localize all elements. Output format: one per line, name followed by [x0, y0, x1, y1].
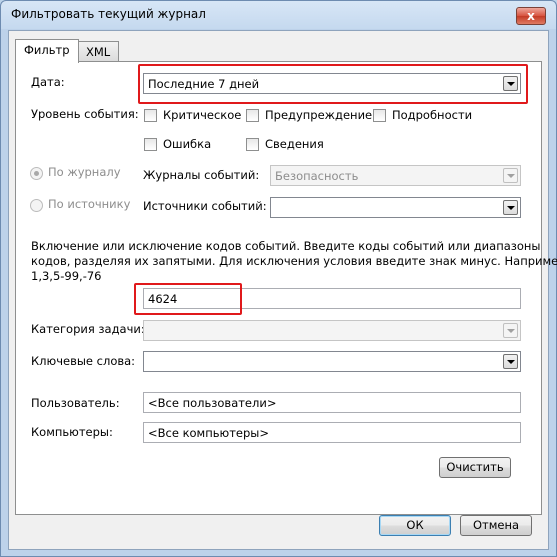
date-label: Дата:	[31, 75, 65, 89]
critical-checkbox[interactable]	[144, 109, 157, 122]
by-source-label: По источнику	[48, 197, 131, 211]
critical-label: Критическое	[163, 108, 242, 122]
tab-xml-label: XML	[86, 45, 111, 59]
ok-button[interactable]: ОК	[379, 515, 451, 536]
information-label: Сведения	[265, 137, 324, 151]
computers-value: <Все компьютеры>	[148, 426, 270, 440]
event-logs-value: Безопасность	[275, 169, 359, 183]
event-sources-dropdown[interactable]	[270, 197, 521, 218]
event-sources-label: Источники событий:	[143, 199, 267, 213]
close-icon: x	[527, 9, 535, 23]
close-button[interactable]: x	[516, 7, 546, 25]
description-line-2: кодов, разделяя их запятыми. Для исключе…	[31, 254, 557, 268]
chevron-down-icon[interactable]	[503, 354, 518, 369]
by-log-label: По журналу	[48, 165, 121, 179]
user-value: <Все пользователи>	[148, 396, 277, 410]
keywords-dropdown[interactable]	[143, 351, 521, 372]
dialog-window: Фильтровать текущий журнал x Фильтр XML …	[0, 0, 557, 557]
warning-label: Предупреждение	[265, 108, 373, 122]
keywords-label: Ключевые слова:	[31, 354, 136, 368]
cancel-button[interactable]: Отмена	[460, 515, 532, 536]
error-checkbox[interactable]	[144, 138, 157, 151]
tab-xml[interactable]: XML	[77, 41, 120, 63]
task-category-dropdown[interactable]	[143, 320, 521, 341]
computers-label: Компьютеры:	[31, 425, 113, 439]
event-level-label: Уровень события:	[31, 107, 139, 121]
chevron-down-icon[interactable]	[503, 200, 518, 215]
task-category-label: Категория задачи:	[31, 322, 145, 336]
chevron-down-icon[interactable]	[503, 323, 518, 338]
information-checkbox[interactable]	[246, 138, 259, 151]
user-label: Пользователь:	[31, 396, 120, 410]
description-line-1: Включение или исключение кодов событий. …	[31, 239, 541, 253]
event-logs-label: Журналы событий:	[143, 168, 260, 182]
verbose-checkbox[interactable]	[373, 109, 386, 122]
tab-filter-label: Фильтр	[24, 43, 70, 57]
event-logs-dropdown[interactable]: Безопасность	[270, 165, 521, 186]
event-ids-highlight	[134, 283, 242, 315]
event-id-description: Включение или исключение кодов событий. …	[31, 239, 557, 284]
date-highlight	[138, 64, 528, 104]
warning-checkbox[interactable]	[246, 109, 259, 122]
computers-input[interactable]: <Все компьютеры>	[143, 422, 521, 443]
window-title: Фильтровать текущий журнал	[11, 7, 206, 21]
verbose-label: Подробности	[392, 108, 473, 122]
error-label: Ошибка	[163, 137, 212, 151]
chevron-down-icon[interactable]	[503, 168, 518, 183]
clear-button[interactable]: Очистить	[439, 457, 511, 478]
user-input[interactable]: <Все пользователи>	[143, 392, 521, 413]
by-source-radio[interactable]	[30, 199, 43, 212]
title-bar[interactable]: Фильтровать текущий журнал x	[1, 1, 556, 29]
description-line-3: 1,3,5-99,-76	[31, 269, 102, 283]
tab-filter[interactable]: Фильтр	[15, 39, 79, 63]
by-log-radio[interactable]	[30, 167, 43, 180]
